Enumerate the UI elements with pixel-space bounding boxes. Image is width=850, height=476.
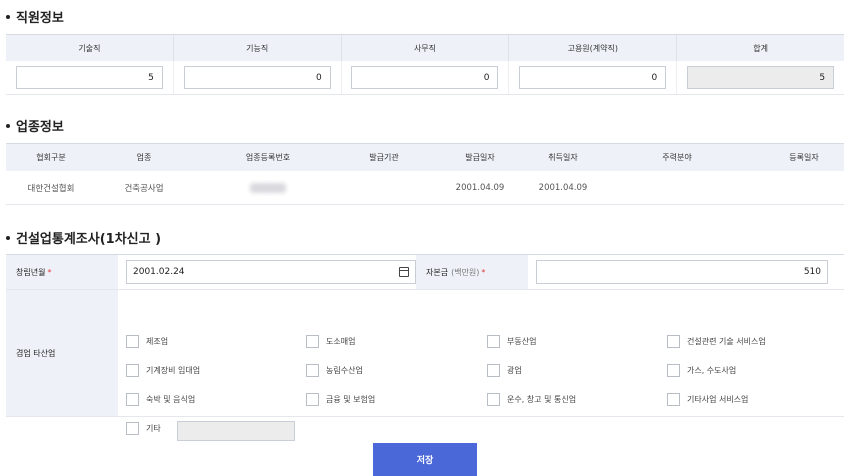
checkbox-finance-insurance[interactable]: 금융 및 보험업	[306, 393, 375, 406]
industry-table: 협회구분 업종 업종등록번호 발급기관 발급일자 취득일자 주력분야 등록일자 …	[6, 143, 844, 205]
other-business-checklist: 제조업 도소매업 부동산업 건설관련 기술 서비스업 기계장비 임대업 농림수산…	[118, 290, 844, 441]
header-issue-date: 발급일자	[465, 153, 495, 162]
checkbox-other-services[interactable]: 기타사업 서비스업	[667, 393, 748, 406]
founding-label: 창립년월 *	[6, 255, 118, 289]
header-acquire-date: 취득일자	[548, 153, 578, 162]
checkbox-etc[interactable]: 기타	[126, 422, 161, 435]
main-field-cell	[590, 171, 764, 204]
save-button[interactable]: 저장	[373, 443, 477, 476]
office-count-input[interactable]	[351, 66, 499, 89]
reg-date-cell	[764, 171, 844, 204]
founding-date-input[interactable]: 2001.02.24	[126, 260, 416, 284]
survey-form: 창립년월 * 2001.02.24 자본금 (백만원) * 510 겸업 타산업 제조…	[6, 254, 844, 441]
checkbox-mining[interactable]: 광업	[487, 364, 522, 377]
checkbox-transport[interactable]: 운수, 창고 및 통신업	[487, 393, 576, 406]
header-office: 사무직	[342, 35, 510, 61]
header-reg-date: 등록일자	[789, 153, 819, 162]
technical-count-input[interactable]	[15, 66, 163, 89]
contract-count-input[interactable]	[519, 66, 667, 89]
table-row: 대한건설협회 건축공사업 2001.04.09 2001.04.09	[6, 171, 844, 205]
industry-table-header: 협회구분 업종 업종등록번호 발급기관 발급일자 취득일자 주력분야 등록일자	[6, 143, 844, 171]
header-total: 합계	[753, 43, 768, 53]
issue-date-cell: 2001.04.09	[455, 182, 505, 193]
header-industry: 업종	[136, 153, 152, 162]
checkbox-manufacturing[interactable]: 제조업	[126, 335, 168, 348]
checkbox-agriculture[interactable]: 농림수산업	[306, 364, 363, 377]
staff-table-header: 기술직 기능직 사무직 고용원(계약직) 합계	[6, 34, 844, 61]
header-reg-no: 업종등록번호	[245, 153, 291, 162]
header-contract: 고용원(계약직)	[509, 35, 678, 61]
checkbox-real-estate[interactable]: 부동산업	[487, 335, 536, 348]
skilled-count-input[interactable]	[183, 66, 331, 89]
bullet-icon	[6, 14, 10, 19]
etc-detail-input[interactable]	[177, 421, 295, 441]
bullet-icon	[6, 123, 10, 128]
acquire-date-cell: 2001.04.09	[538, 182, 588, 193]
other-business-label: 겸업 타산업	[6, 290, 118, 416]
association-cell: 대한건설협회	[27, 183, 75, 194]
header-main-field: 주력분야	[662, 153, 692, 162]
header-issuer: 발급기관	[369, 153, 399, 162]
checkbox-wholesale[interactable]: 도소매업	[306, 335, 355, 348]
redacted-value	[250, 182, 286, 193]
header-technical: 기술직	[6, 35, 174, 61]
industry-cell: 건축공사업	[124, 183, 164, 194]
checkbox-construction-tech[interactable]: 건설관련 기술 서비스업	[667, 335, 766, 348]
checkbox-lodging-food[interactable]: 숙박 및 음식업	[126, 393, 195, 406]
required-mark: *	[47, 267, 52, 277]
survey-row-other-business: 겸업 타산업 제조업 도소매업 부동산업 건설관련 기술 서비스업 기계장비 임…	[6, 290, 844, 441]
industry-section-title: 업종정보	[6, 116, 64, 135]
header-association: 협회구분	[36, 153, 66, 162]
staff-table-row	[6, 61, 844, 95]
survey-section-title: 건설업통계조사(1차신고 )	[6, 228, 161, 247]
issuer-cell	[344, 171, 424, 204]
reg-no-cell	[192, 171, 344, 204]
capital-label: 자본금 (백만원) *	[416, 255, 528, 289]
capital-input[interactable]: 510	[536, 260, 828, 284]
checkbox-equipment-rental[interactable]: 기계장비 임대업	[126, 364, 200, 377]
header-skilled: 기능직	[174, 35, 342, 61]
staff-section-title: 직원정보	[6, 7, 64, 26]
survey-row-basic: 창립년월 * 2001.02.24 자본금 (백만원) * 510	[6, 255, 844, 290]
calendar-icon[interactable]	[399, 267, 409, 277]
bullet-icon	[6, 235, 10, 240]
checkbox-gas-water[interactable]: 가스, 수도사업	[667, 364, 736, 377]
staff-table: 기술직 기능직 사무직 고용원(계약직) 합계	[6, 34, 844, 95]
total-count-field	[687, 66, 835, 89]
